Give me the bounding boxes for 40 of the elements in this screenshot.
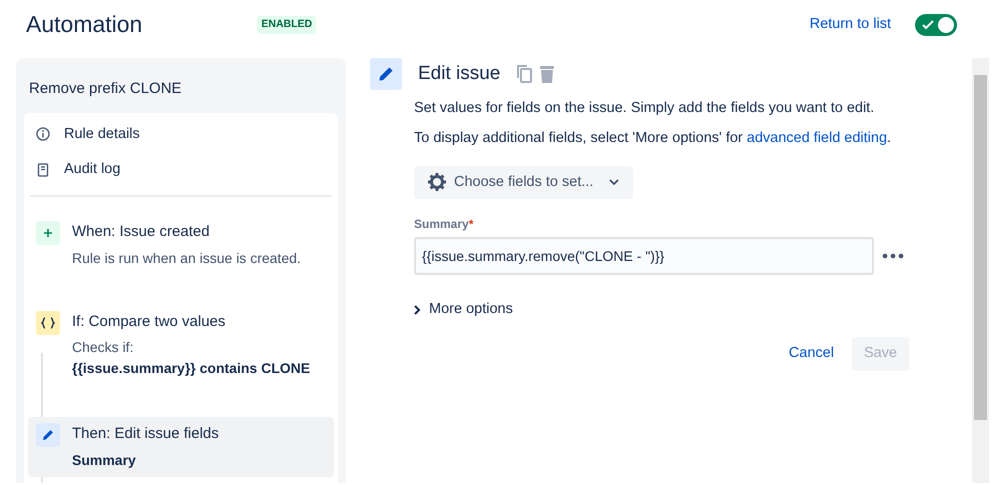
- step-title: Then: Edit issue fields: [72, 424, 219, 444]
- info-icon: [36, 127, 50, 142]
- pencil-icon: [370, 58, 402, 90]
- summary-field[interactable]: {{issue.summary.remove("CLONE - ")}}: [414, 237, 874, 276]
- copy-icon[interactable]: [516, 64, 534, 84]
- toggle-switch[interactable]: [915, 14, 957, 36]
- step-detail: Rule is run when an issue is created.: [72, 248, 301, 268]
- page-title: Automation: [26, 11, 142, 39]
- editor-title: Edit issue: [418, 62, 500, 86]
- document-icon: [36, 163, 50, 178]
- check-icon: [922, 20, 934, 30]
- status-badge: ENABLED: [257, 16, 316, 34]
- field-label: Summary*: [414, 216, 474, 234]
- scrollbar[interactable]: [972, 58, 989, 483]
- plus-icon: [36, 221, 60, 245]
- pencil-icon: [36, 423, 60, 447]
- step-title: When: Issue created: [72, 222, 211, 242]
- menu-item[interactable]: Rule details: [24, 116, 338, 152]
- gear-icon: [428, 173, 446, 192]
- step-detail: Summary: [72, 450, 137, 470]
- description-text: Set values for fields on the issue. Simply add the fields you want to edit.: [414, 99, 876, 118]
- step-item[interactable]: If: Compare two values Checks if: {{issue.summary}} contains CLONE: [28, 304, 334, 385]
- braces-icon: [36, 310, 60, 334]
- advanced-editing-link[interactable]: advanced field editing: [746, 130, 888, 146]
- step-title: If: Compare two values: [72, 312, 226, 332]
- step-detail: {{issue.summary}} contains CLONE: [72, 359, 310, 378]
- menu-item[interactable]: Audit log: [24, 152, 338, 188]
- hint-text: To display additional fields, select 'More options' for advanced field editing.: [414, 128, 892, 148]
- step-item[interactable]: Then: Edit issue fields Summary: [28, 417, 334, 476]
- cancel-button[interactable]: Cancel: [778, 337, 844, 371]
- chevron-down-icon: [609, 178, 620, 186]
- step-item[interactable]: When: Issue created Rule is run when an issue is created.: [28, 215, 334, 274]
- more-options-toggle[interactable]: More options: [414, 299, 513, 321]
- more-icon[interactable]: [882, 253, 904, 260]
- choose-fields-button[interactable]: Choose fields to set...: [414, 166, 634, 200]
- chevron-right-icon: [414, 305, 421, 316]
- return-link[interactable]: Return to list: [810, 14, 891, 36]
- rule-name: Remove prefix CLONE: [28, 79, 183, 99]
- trash-icon[interactable]: [538, 64, 556, 84]
- step-detail: Checks if:: [72, 338, 134, 357]
